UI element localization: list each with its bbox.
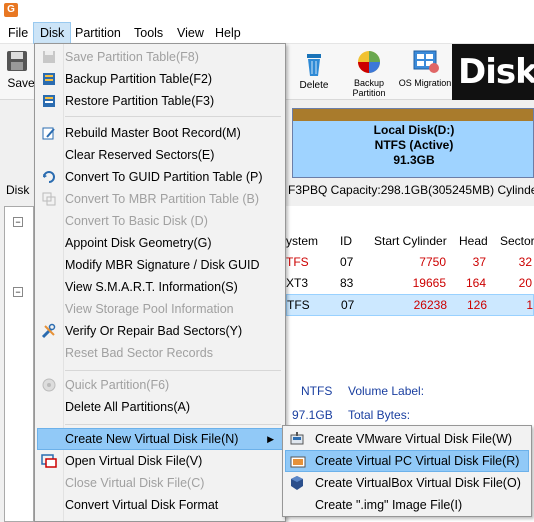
info-fs-value: NTFS [301,384,333,398]
cell-sector: 1 [526,298,533,312]
restore-table-icon [43,95,55,107]
backup-partition-button[interactable]: Backup Partition [346,48,392,98]
menu-item-convert-virtual-disk-format[interactable]: Convert Virtual Disk Format [37,494,283,516]
info-total-bytes: Total Bytes: [348,408,411,422]
virtualbox-icon [291,476,303,490]
table-row[interactable]: XT3 83 19665 164 20 [286,273,534,295]
menu-item-convert-to-mbr[interactable]: Convert To MBR Partition Table (B) [37,188,283,210]
delete-label: Delete [299,80,329,91]
menu-item-open-virtual-disk-file[interactable]: Open Virtual Disk File(V) [37,450,283,472]
menu-item-convert-to-gpt[interactable]: Convert To GUID Partition Table (P) [37,166,283,188]
menu-item-modify-mbr-signature[interactable]: Modify MBR Signature / Disk GUID [37,254,283,276]
menu-item-rebuild-mbr[interactable]: Rebuild Master Boot Record(M) [37,122,283,144]
menu-separator [65,370,281,371]
quick-partition-icon [42,378,56,392]
brand-logo: DiskG [452,44,534,100]
trash-icon [307,54,321,76]
menu-view[interactable]: View [171,22,210,44]
cell-sector: 32 [518,255,532,269]
submenu-item-create-img[interactable]: Create ".img" Image File(I) [285,494,529,516]
menu-bar: File Disk Partition Tools View Help [0,22,534,44]
backup-partition-icon [358,51,380,73]
menu-item-backup-partition-table[interactable]: Backup Partition Table(F2) [37,68,283,90]
menu-help[interactable]: Help [209,22,247,44]
col-header-start-cylinder[interactable]: Start Cylinder [374,234,447,248]
os-migration-icon [413,50,439,73]
delete-button[interactable]: Delete [292,48,336,98]
submenu-arrow-icon: ▶ [267,434,274,444]
convert-guid-icon [43,171,55,183]
virtual-disk-submenu: Create VMware Virtual Disk File(W) Creat… [282,425,532,517]
tree-collapse-toggle[interactable]: − [13,287,23,297]
menu-item-view-smart[interactable]: View S.M.A.R.T. Information(S) [37,276,283,298]
menu-item-delete-all-partitions[interactable]: Delete All Partitions(A) [37,396,283,418]
menu-item-reset-bad-sector-records[interactable]: Reset Bad Sector Records [37,342,283,364]
col-header-filesystem[interactable]: ystem [286,234,318,248]
backup-partition-label: Backup Partition [352,78,386,98]
menu-file[interactable]: File [2,22,34,44]
partition-fs: NTFS (Active) [374,138,454,152]
submenu-item-create-vmware[interactable]: Create VMware Virtual Disk File(W) [285,428,529,450]
tools-icon [41,323,56,339]
table-row[interactable]: TFS 07 7750 37 32 [286,252,534,274]
disk-menu-dropdown: Save Partition Table(F8) Backup Partitio… [34,43,286,522]
submenu-item-create-virtual-pc[interactable]: Create Virtual PC Virtual Disk File(R) [285,450,529,472]
menu-item-close-virtual-disk-file[interactable]: Close Virtual Disk File(C) [37,472,283,494]
menu-item-convert-to-basic-disk[interactable]: Convert To Basic Disk (D) [37,210,283,232]
tree-collapse-toggle[interactable]: − [13,217,23,227]
menu-separator [65,424,281,425]
menu-item-save-partition-table[interactable]: Save Partition Table(F8) [37,46,283,68]
info-volume-label: Volume Label: [348,384,425,398]
convert-mbr-icon [42,192,56,206]
menu-item-view-storage-pool[interactable]: View Storage Pool Information [37,298,283,320]
save-button[interactable]: Save [0,48,35,98]
menu-item-create-new-virtual-disk-file[interactable]: Create New Virtual Disk File(N) ▶ [37,428,283,450]
col-header-head[interactable]: Head [459,234,488,248]
backup-table-icon [43,73,55,85]
menu-item-verify-repair-bad-sectors[interactable]: Verify Or Repair Bad Sectors(Y) [37,320,283,342]
menu-disk[interactable]: Disk [33,22,72,44]
menu-tools[interactable]: Tools [128,22,169,44]
vmware-icon [290,432,304,445]
menu-item-restore-partition-table[interactable]: Restore Partition Table(F3) [37,90,283,112]
col-header-sector[interactable]: Sector [500,234,534,248]
disk-tree: − − [4,206,34,522]
title-bar: G [0,0,534,22]
save-label: Save [7,76,35,90]
disk-info: F3PBQ Capacity:298.1GB(305245MB) Cylinde… [288,183,534,197]
info-size-value: 97.1GB [292,408,333,422]
os-migration-button[interactable]: OS Migration [398,48,452,98]
save-icon [7,51,27,71]
partition-block[interactable]: Local Disk(D:) NTFS (Active) 91.3GB [292,108,534,178]
app-icon: G [4,3,18,17]
rebuild-mbr-icon [42,127,55,140]
menu-item-appoint-disk-geometry[interactable]: Appoint Disk Geometry(G) [37,232,283,254]
menu-separator [65,116,281,117]
save-icon [43,51,55,63]
virtual-pc-icon [290,456,306,468]
menu-partition[interactable]: Partition [69,22,127,44]
submenu-item-create-virtualbox[interactable]: Create VirtualBox Virtual Disk File(O) [285,472,529,494]
partition-name: Local Disk(D:) [373,123,455,137]
open-virtual-disk-icon [41,454,57,468]
disk-label: Disk [6,183,30,197]
table-row-selected[interactable]: TFS 07 26238 126 1 [286,294,534,316]
cell-sector: 20 [518,276,532,290]
menu-item-clear-reserved-sectors[interactable]: Clear Reserved Sectors(E) [37,144,283,166]
col-header-id[interactable]: ID [340,234,352,248]
os-migration-label: OS Migration [398,78,452,88]
partition-size: 91.3GB [393,153,435,167]
partition-usage-bar [293,109,533,121]
menu-item-quick-partition[interactable]: Quick Partition(F6) [37,374,283,396]
